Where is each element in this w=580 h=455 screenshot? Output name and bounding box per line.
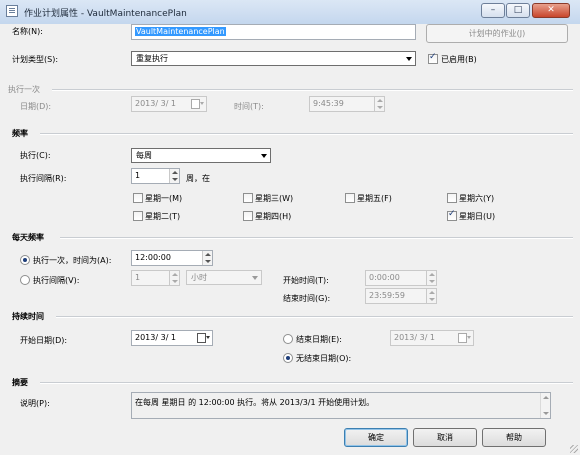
- one-time-time-input[interactable]: 9:45:39: [309, 96, 385, 112]
- recurs-input[interactable]: 1: [131, 168, 180, 184]
- title-bar[interactable]: 作业计划属性 - VaultMaintenancePlan – □ ✕: [0, 0, 580, 25]
- name-value: VaultMaintenancePlan: [135, 27, 226, 36]
- sunday-checkbox[interactable]: [447, 209, 457, 221]
- recurs-unit-label: 周，在: [186, 174, 210, 183]
- occurs-select[interactable]: 每周: [131, 148, 271, 163]
- start-time-value: 0:00:00: [369, 273, 400, 282]
- spinner-icon[interactable]: [169, 169, 179, 183]
- occurs-every-unit-value: 小时: [191, 273, 207, 282]
- recurs-value: 1: [135, 171, 141, 180]
- minimize-button[interactable]: –: [481, 3, 505, 18]
- friday-checkbox[interactable]: [345, 193, 355, 203]
- schedule-type-value: 重复执行: [136, 54, 168, 63]
- friday-label: 星期五(F): [357, 194, 392, 203]
- spinner-icon[interactable]: [202, 251, 212, 265]
- ok-button[interactable]: 确定: [344, 428, 408, 447]
- enabled-checkbox[interactable]: [428, 52, 438, 64]
- end-date-radio[interactable]: [283, 334, 293, 344]
- end-date-value: 2013/ 3/ 1: [394, 333, 436, 342]
- chevron-down-icon: [406, 57, 412, 61]
- spinner-icon[interactable]: [169, 271, 179, 285]
- maximize-button[interactable]: □: [506, 3, 530, 18]
- calendar-icon: [458, 333, 471, 343]
- one-time-date-value: 2013/ 3/ 1: [135, 99, 177, 108]
- occurs-every-input[interactable]: 1: [131, 270, 180, 286]
- divider: [40, 133, 573, 135]
- end-time-input[interactable]: 23:59:59: [365, 288, 437, 304]
- end-time-value: 23:59:59: [369, 291, 405, 300]
- sunday-label: 星期日(U): [459, 212, 496, 221]
- resize-grip-icon[interactable]: [570, 445, 578, 453]
- description-text: 在每周 星期日 的 12:00:00 执行。将从 2013/3/1 开始使用计划…: [135, 398, 375, 407]
- recurs-label: 执行间隔(R):: [20, 174, 67, 183]
- start-date-label: 开始日期(D):: [20, 336, 68, 345]
- occurs-once-radio[interactable]: [20, 255, 30, 265]
- thursday-label: 星期四(H): [255, 212, 292, 221]
- tuesday-label: 星期二(T): [145, 212, 181, 221]
- name-input[interactable]: VaultMaintenancePlan: [131, 24, 416, 40]
- window-title: 作业计划属性 - VaultMaintenancePlan: [24, 9, 187, 19]
- end-date-label: 结束日期(E):: [296, 335, 342, 344]
- tuesday-checkbox[interactable]: [133, 211, 143, 221]
- start-time-label: 开始时间(T):: [283, 276, 329, 285]
- monday-checkbox[interactable]: [133, 193, 143, 203]
- duration-header: 持续时间: [12, 312, 44, 321]
- occurs-once-time-input[interactable]: 12:00:00: [131, 250, 213, 266]
- end-date-picker[interactable]: 2013/ 3/ 1: [390, 330, 474, 346]
- divider: [40, 382, 573, 384]
- no-end-date-radio[interactable]: [283, 353, 293, 363]
- scheduled-jobs-button[interactable]: 计划中的作业(J): [426, 24, 568, 43]
- occurs-once-time-value: 12:00:00: [135, 253, 171, 262]
- spinner-icon[interactable]: [374, 97, 384, 111]
- end-time-label: 结束时间(G):: [283, 294, 331, 303]
- occurs-label: 执行(C):: [20, 151, 51, 160]
- spinner-icon[interactable]: [426, 289, 436, 303]
- monday-label: 星期一(M): [145, 194, 183, 203]
- occurs-once-label: 执行一次，时间为(A):: [33, 256, 112, 265]
- enabled-label: 已启用(B): [441, 55, 477, 64]
- summary-header: 摘要: [12, 378, 28, 387]
- close-button[interactable]: ✕: [532, 3, 570, 18]
- divider: [60, 237, 573, 239]
- one-time-time-label: 时间(T):: [234, 102, 264, 111]
- help-button[interactable]: 帮助: [482, 428, 546, 447]
- description-scrollbar[interactable]: [540, 393, 550, 418]
- frequency-header: 频率: [12, 129, 28, 138]
- chevron-down-icon: [261, 154, 267, 158]
- spinner-icon[interactable]: [426, 271, 436, 285]
- daily-frequency-header: 每天频率: [12, 233, 44, 242]
- divider: [52, 89, 573, 91]
- one-time-date-picker[interactable]: 2013/ 3/ 1: [131, 96, 207, 112]
- one-time-time-value: 9:45:39: [313, 99, 344, 108]
- schedule-type-select[interactable]: 重复执行: [131, 51, 416, 66]
- occurs-value: 每周: [136, 151, 152, 160]
- wednesday-label: 星期三(W): [255, 194, 294, 203]
- schedule-type-label: 计划类型(S):: [12, 55, 59, 64]
- description-label: 说明(P):: [20, 399, 50, 408]
- start-date-value: 2013/ 3/ 1: [135, 333, 177, 342]
- description-textbox[interactable]: 在每周 星期日 的 12:00:00 执行。将从 2013/3/1 开始使用计划…: [131, 392, 551, 419]
- one-time-date-label: 日期(D):: [20, 102, 52, 111]
- thursday-checkbox[interactable]: [243, 211, 253, 221]
- divider: [56, 316, 573, 318]
- name-label: 名称(N):: [12, 27, 43, 36]
- start-date-picker[interactable]: 2013/ 3/ 1: [131, 330, 213, 346]
- saturday-checkbox[interactable]: [447, 193, 457, 203]
- occurs-every-value: 1: [135, 273, 141, 282]
- cancel-button[interactable]: 取消: [413, 428, 477, 447]
- occurs-every-radio[interactable]: [20, 275, 30, 285]
- occurs-every-label: 执行间隔(V):: [33, 276, 80, 285]
- saturday-label: 星期六(Y): [459, 194, 495, 203]
- wednesday-checkbox[interactable]: [243, 193, 253, 203]
- calendar-icon: [191, 99, 204, 109]
- no-end-date-label: 无结束日期(O):: [296, 354, 352, 363]
- one-time-header: 执行一次: [8, 85, 40, 94]
- chevron-down-icon: [252, 276, 258, 280]
- calendar-icon[interactable]: [197, 333, 210, 343]
- window-icon: [6, 5, 18, 17]
- start-time-input[interactable]: 0:00:00: [365, 270, 437, 286]
- occurs-every-unit-select[interactable]: 小时: [186, 270, 262, 285]
